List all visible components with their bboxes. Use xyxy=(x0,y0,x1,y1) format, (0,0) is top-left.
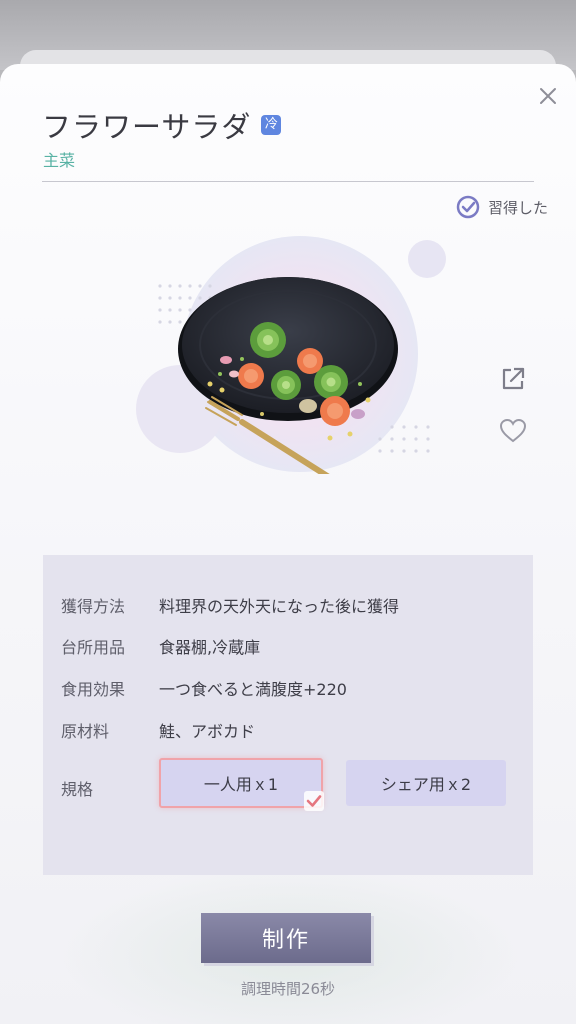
info-label: 獲得方法 xyxy=(61,597,126,616)
spec-option-label: 一人用ｘ1 xyxy=(203,775,279,794)
checkmark-icon xyxy=(304,791,324,811)
side-actions xyxy=(498,364,528,446)
dish-title: フラワーサラダ xyxy=(42,110,252,144)
divider xyxy=(42,181,534,182)
info-row-ingredients: 原材料 鮭、アボカド xyxy=(61,718,255,742)
info-row-utensils: 台所用品 食器棚,冷蔵庫 xyxy=(61,634,260,658)
cook-time: 調理時間26秒 xyxy=(240,980,336,998)
title-row: フラワーサラダ 冷 xyxy=(42,104,282,146)
info-row-effect: 食用効果 一つ食べると満腹度+220 xyxy=(61,676,347,700)
spec-option-single[interactable]: 一人用ｘ1 xyxy=(159,758,324,811)
info-value: 鮭、アボカド xyxy=(159,722,256,741)
dish-category: 主菜 xyxy=(43,151,76,170)
info-label: 台所用品 xyxy=(61,638,126,657)
learned-label: 習得した xyxy=(487,198,548,217)
info-value: 食器棚,冷蔵庫 xyxy=(159,638,261,657)
make-button[interactable]: 制作 xyxy=(201,913,371,963)
info-row-spec: 規格 xyxy=(61,776,159,800)
cold-badge: 冷 xyxy=(261,115,282,135)
spec-option-label: シェア用ｘ2 xyxy=(380,775,472,794)
spec-label: 規格 xyxy=(61,780,94,799)
close-icon[interactable] xyxy=(536,84,560,108)
info-row-acquire: 獲得方法 料理界の天外天になった後に獲得 xyxy=(61,593,399,617)
heart-icon[interactable] xyxy=(498,416,528,446)
info-box: 獲得方法 料理界の天外天になった後に獲得 台所用品 食器棚,冷蔵庫 食用効果 一… xyxy=(43,555,533,875)
info-value: 一つ食べると満腹度+220 xyxy=(159,680,347,699)
share-icon[interactable] xyxy=(498,364,528,394)
info-label: 食用効果 xyxy=(61,680,126,699)
info-value: 料理界の天外天になった後に獲得 xyxy=(159,597,400,616)
learned-status: 習得した xyxy=(456,195,548,219)
recipe-panel: フラワーサラダ 冷 主菜 習得した 獲得方法 料理界の天外天になった後に獲得 台… xyxy=(0,64,576,1024)
spec-option-share[interactable]: シェア用ｘ2 xyxy=(346,760,506,806)
info-label: 原材料 xyxy=(61,722,110,741)
dish-illustration xyxy=(136,236,446,474)
